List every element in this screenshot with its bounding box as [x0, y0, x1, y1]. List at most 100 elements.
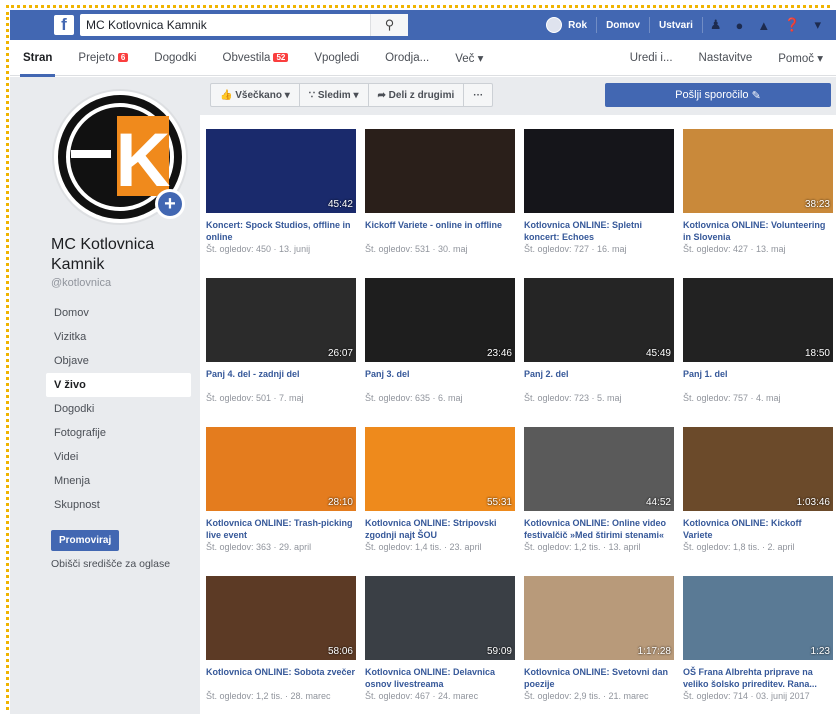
video-card[interactable]: 58:06 Kotlovnica ONLINE: Sobota zvečer Št.… — [206, 576, 356, 714]
video-card[interactable]: 18:50 Panj 1. del Št. ogledov: 757 · 4. ma… — [683, 278, 833, 427]
video-card[interactable]: Kickoff Variete - online in offline Št. o… — [365, 129, 515, 278]
video-card[interactable]: 1:03:46 Kotlovnica ONLINE: Kickoff Variet… — [683, 427, 833, 576]
dotted-frame-top — [6, 5, 830, 8]
video-title[interactable]: Kotlovnica ONLINE: Volunteering in Slove… — [683, 219, 833, 243]
video-title[interactable]: Kotlovnica ONLINE: Online video festival… — [524, 517, 674, 541]
sidebar-item[interactable]: Domov — [46, 301, 191, 325]
tab-5[interactable]: Orodja... — [372, 40, 442, 76]
video-thumbnail[interactable]: 26:07 — [206, 278, 356, 362]
video-meta: Št. ogledov: 714 · 03. junij 2017 — [683, 691, 810, 701]
tab-right-0[interactable]: Uredi i... — [617, 40, 686, 76]
video-card[interactable]: 38:23 Kotlovnica ONLINE: Volunteering in … — [683, 129, 833, 278]
promote-button[interactable]: Promoviraj — [51, 530, 120, 551]
video-thumbnail[interactable] — [524, 129, 674, 213]
sidebar-item[interactable]: Fotografije — [46, 421, 191, 445]
video-card[interactable]: 44:52 Kotlovnica ONLINE: Online video fes… — [524, 427, 674, 576]
liked-button[interactable]: 👍 Vše­čkano ▾ — [211, 84, 300, 106]
sidebar-item[interactable]: Videi — [46, 445, 191, 469]
video-title[interactable]: Kotlovnica ONLINE: Delavnica osnov lives… — [365, 666, 515, 690]
video-title[interactable]: Kickoff Variete - online in offline — [365, 219, 515, 243]
share-button[interactable]: ➦ Deli z drugimi — [369, 84, 465, 106]
video-title[interactable]: Kotlovnica ONLINE: Stripovski zgodnji na… — [365, 517, 515, 541]
messenger-icon[interactable]: ● — [736, 18, 744, 33]
tab-4[interactable]: Vpogledi — [301, 40, 372, 76]
follow-button[interactable]: ∵ Sledim ▾ — [300, 84, 369, 106]
video-thumbnail[interactable]: 45:49 — [524, 278, 674, 362]
sidebar-item[interactable]: Vizitka — [46, 325, 191, 349]
sidebar-item[interactable]: Skupnost — [46, 493, 191, 517]
video-thumbnail[interactable]: 38:23 — [683, 129, 833, 213]
chevron-down-icon[interactable]: ▾ — [814, 17, 821, 33]
video-thumbnail[interactable]: 58:06 — [206, 576, 356, 660]
video-title[interactable]: Koncert: Spock Studios, offline in onlin… — [206, 219, 356, 243]
more-button[interactable]: ··· — [464, 84, 492, 106]
send-message-button[interactable]: Pošlji sporočilo ✎ — [605, 83, 831, 107]
search-input[interactable]: MC Kotlovnica Kamnik ⚲ — [80, 14, 408, 36]
video-card[interactable]: 45:49 Panj 2. del Št. ogledov: 723 · 5. ma… — [524, 278, 674, 427]
tab-2[interactable]: Dogodki — [141, 40, 209, 76]
video-duration: 55:31 — [486, 497, 512, 508]
ads-center-link[interactable]: Obišči središče za oglase — [51, 558, 170, 570]
sidebar-item[interactable]: Dogodki — [46, 397, 191, 421]
search-icon: ⚲ — [384, 17, 395, 32]
tab-1[interactable]: Prejeto 6 — [65, 40, 141, 76]
video-title[interactable]: Panj 1. del — [683, 368, 833, 392]
video-card[interactable]: 1:17:28 Kotlovnica ONLINE: Svetovni dan p… — [524, 576, 674, 714]
create-link[interactable]: Ustvari — [650, 17, 703, 33]
video-title[interactable]: Kotlovnica ONLINE: Sobota zvečer — [206, 666, 356, 690]
video-meta: Št. ogledov: 727 · 16. maj — [524, 244, 627, 254]
video-title[interactable]: Panj 4. del - zadnji del — [206, 368, 356, 392]
video-card[interactable]: 59:09 Kotlovnica ONLINE: Delavnica osnov … — [365, 576, 515, 714]
video-thumbnail[interactable]: 18:50 — [683, 278, 833, 362]
home-link[interactable]: Domov — [597, 17, 650, 33]
add-photo-button[interactable]: + — [155, 189, 185, 219]
help-icon[interactable]: ❓ — [784, 17, 800, 33]
search-button[interactable]: ⚲ — [370, 14, 408, 36]
video-title[interactable]: Kotlovnica ONLINE: Kickoff Variete — [683, 517, 833, 541]
video-thumbnail[interactable]: 44:52 — [524, 427, 674, 511]
video-title[interactable]: Panj 2. del — [524, 368, 674, 392]
video-title[interactable]: Kotlovnica ONLINE: Svetovni dan poezije — [524, 666, 674, 690]
tab-label: Prejeto — [78, 51, 115, 64]
video-card[interactable]: 45:42 Koncert: Spock Studios, offline in … — [206, 129, 356, 278]
video-title[interactable]: OŠ Frana Albrehta priprave na veliko šol… — [683, 666, 833, 690]
page-handle[interactable]: @kotlovnica — [51, 277, 111, 289]
video-card[interactable]: 28:10 Kotlovnica ONLINE: Trash-picking li… — [206, 427, 356, 576]
video-duration: 45:42 — [327, 199, 353, 210]
video-card[interactable]: Kotlovnica ONLINE: Spletni koncert: Echo… — [524, 129, 674, 278]
sidebar-item[interactable]: Objave — [46, 349, 191, 373]
video-thumbnail[interactable]: 1:03:46 — [683, 427, 833, 511]
tab-label: Stran — [23, 51, 53, 64]
video-card[interactable]: 23:46 Panj 3. del Št. ogledov: 635 · 6. ma… — [365, 278, 515, 427]
page-nav: Domov Vizitka Objave V živo Dogodki Fotografi… — [46, 301, 191, 517]
video-title[interactable]: Kotlovnica ONLINE: Spletni koncert: Echo… — [524, 219, 674, 243]
profile-link[interactable]: Rok — [537, 17, 598, 33]
video-card[interactable]: 26:07 Panj 4. del - zadnji del Št. ogledov… — [206, 278, 356, 427]
video-thumbnail[interactable]: 59:09 — [365, 576, 515, 660]
video-duration: 1:17:28 — [637, 646, 671, 657]
top-bar: f MC Kotlovnica Kamnik ⚲ Rok Domov Ustva… — [10, 10, 836, 40]
video-thumbnail[interactable] — [365, 129, 515, 213]
tab-0[interactable]: Stran — [10, 40, 65, 77]
tab-3[interactable]: Obvestila 52 — [210, 40, 302, 76]
video-title[interactable]: Panj 3. del — [365, 368, 515, 392]
video-thumbnail[interactable]: 1:17:28 — [524, 576, 674, 660]
video-thumbnail[interactable]: 28:10 — [206, 427, 356, 511]
video-thumbnail[interactable]: 55:31 — [365, 427, 515, 511]
video-thumbnail[interactable]: 1:23 — [683, 576, 833, 660]
video-duration: 1:03:46 — [796, 497, 830, 508]
sidebar-item[interactable]: Mnenja — [46, 469, 191, 493]
tab-right-2[interactable]: Pomoč ▾ — [765, 40, 836, 76]
video-card[interactable]: 1:23 OŠ Frana Albrehta priprave na veliko… — [683, 576, 833, 714]
sidebar-item[interactable]: V živo — [46, 373, 191, 397]
bell-icon[interactable]: ▲ — [757, 18, 770, 33]
video-thumbnail[interactable]: 23:46 — [365, 278, 515, 362]
tab-right-1[interactable]: Nastavitve — [686, 40, 766, 76]
video-thumbnail[interactable]: 45:42 — [206, 129, 356, 213]
video-card[interactable]: 55:31 Kotlovnica ONLINE: Stripovski zgodn… — [365, 427, 515, 576]
tab-6[interactable]: Več ▾ — [442, 40, 496, 76]
facebook-logo-icon[interactable]: f — [54, 15, 74, 35]
video-title[interactable]: Kotlovnica ONLINE: Trash-picking live ev… — [206, 517, 356, 541]
video-meta: Št. ogledov: 1,2 tis. · 28. marec — [206, 691, 331, 701]
friends-icon[interactable]: ♟ — [710, 17, 722, 33]
